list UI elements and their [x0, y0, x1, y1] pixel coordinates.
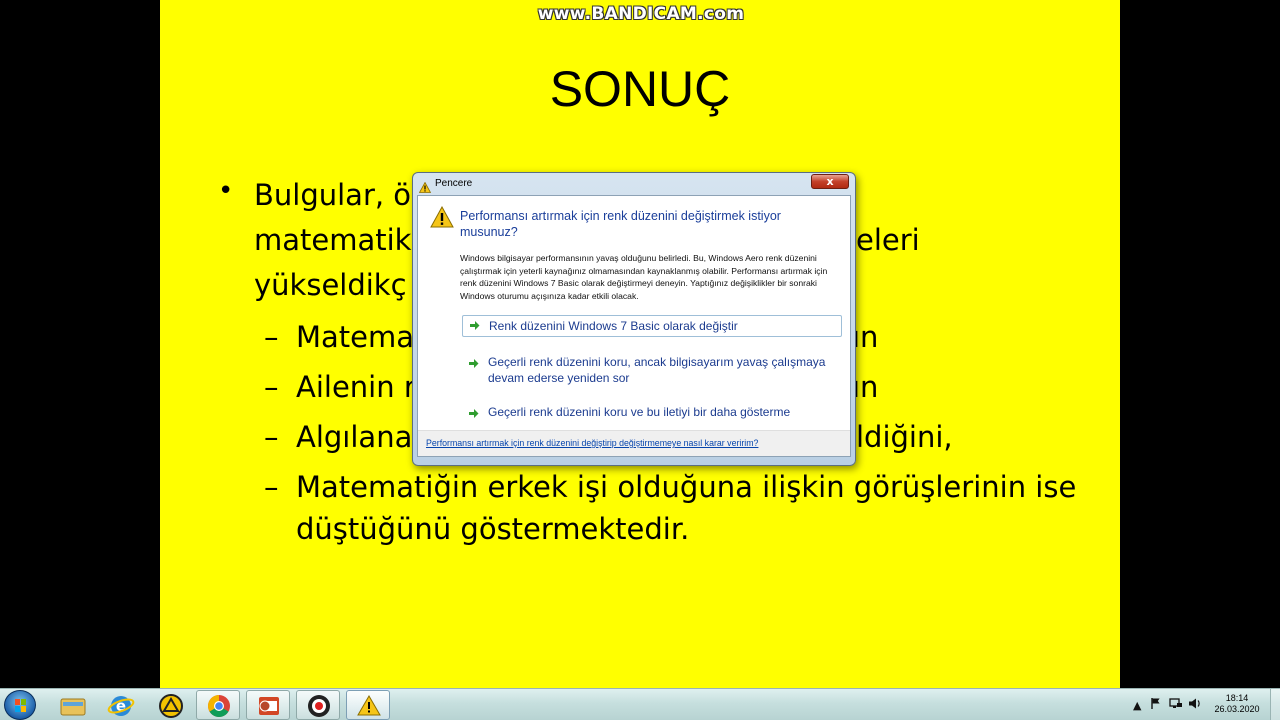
warning-window-taskbar-button[interactable]: [346, 690, 390, 720]
sub-line-3: Algılana: [296, 420, 413, 454]
close-button[interactable]: x: [811, 174, 849, 189]
app-triangle-icon: [159, 694, 183, 718]
sub-line-4: Matematiğin erkek işi olduğuna ilişkin g…: [296, 470, 1077, 504]
dialog-titlebar[interactable]: Pencere x: [413, 173, 855, 195]
command-label: Geçerli renk düzenini koru ve bu iletiyi…: [488, 405, 791, 419]
dash-icon: –: [264, 320, 279, 354]
clock-date: 26.03.2020: [1214, 704, 1260, 714]
bullet-line-3: yükseldikç: [254, 268, 407, 302]
slide-title: SONUÇ: [549, 61, 731, 117]
dialog-body-text: Windows bilgisayar performansının yavaş …: [460, 253, 828, 301]
sub-line-3-tail: ldiğini,: [856, 420, 953, 454]
dash-icon: –: [264, 370, 279, 404]
powerpoint-taskbar-button[interactable]: [246, 690, 290, 720]
command-label: Renk düzenini Windows 7 Basic olarak değ…: [489, 319, 738, 333]
triangle-app-taskbar-button[interactable]: [148, 690, 192, 720]
dialog-footer: Performansı artırmak için renk düzenini …: [418, 430, 850, 456]
bandicam-taskbar-button[interactable]: [296, 690, 340, 720]
keep-and-dont-show-button[interactable]: Geçerli renk düzenini koru ve bu iletiyi…: [462, 404, 842, 420]
internet-explorer-taskbar-button[interactable]: e: [98, 690, 142, 720]
flag-icon[interactable]: [1150, 697, 1162, 713]
show-desktop-button[interactable]: [1270, 689, 1280, 720]
bullet-line-2-tail: eleri: [856, 223, 920, 257]
bandicam-icon: [308, 695, 330, 717]
change-to-basic-button[interactable]: Renk düzenini Windows 7 Basic olarak değ…: [462, 315, 842, 337]
performance-dialog: Pencere x Performansı artırmak için renk…: [412, 172, 856, 466]
system-clock[interactable]: 18:14 26.03.2020: [1206, 693, 1268, 715]
clock-time: 18:14: [1225, 693, 1249, 703]
bullet-icon: •: [218, 176, 234, 206]
volume-icon[interactable]: [1188, 697, 1202, 713]
bandicam-watermark: www.BANDICAM.com: [537, 4, 745, 24]
command-label: Geçerli renk düzenini koru, ancak bilgis…: [488, 355, 826, 385]
chrome-icon: [208, 695, 230, 717]
windows-explorer-icon: [60, 698, 86, 716]
sub-line-1: Matema: [296, 320, 415, 354]
green-arrow-icon: [468, 407, 479, 423]
screen: www.BANDICAM.com SONUÇ • Bulgular, ö mat…: [0, 0, 1280, 720]
sub-line-2: Ailenin r: [296, 370, 416, 404]
explorer-taskbar-button[interactable]: [50, 690, 94, 720]
bullet-line-2: matematik: [254, 223, 412, 257]
network-icon[interactable]: [1169, 697, 1183, 713]
green-arrow-icon: [469, 319, 480, 335]
show-hidden-icons-button[interactable]: ▲: [1133, 699, 1141, 712]
main-instruction: Performansı artırmak için renk düzenini …: [460, 209, 781, 239]
bullet-line-1: Bulgular, ö: [254, 178, 412, 212]
dialog-title: Pencere: [435, 178, 473, 189]
windows-logo-icon: [15, 699, 26, 712]
dash-icon: –: [264, 420, 279, 454]
powerpoint-icon: [259, 697, 279, 715]
internet-explorer-icon: e: [107, 696, 135, 716]
dash-icon: –: [264, 470, 279, 504]
warning-icon: [430, 205, 454, 232]
sub-line-4-cont: düştüğünü göstermektedir.: [296, 512, 690, 546]
help-link[interactable]: Performansı artırmak için renk düzenini …: [426, 438, 758, 448]
green-arrow-icon: [468, 357, 479, 373]
chrome-taskbar-button[interactable]: [196, 690, 240, 720]
start-button[interactable]: [4, 690, 36, 720]
dialog-content: Performansı artırmak için renk düzenini …: [417, 195, 851, 457]
keep-and-ask-again-button[interactable]: Geçerli renk düzenini koru, ancak bilgis…: [462, 354, 842, 386]
warning-window-icon: [357, 695, 381, 716]
taskbar: e ▲ 18:14 26.03.2020: [0, 688, 1280, 720]
